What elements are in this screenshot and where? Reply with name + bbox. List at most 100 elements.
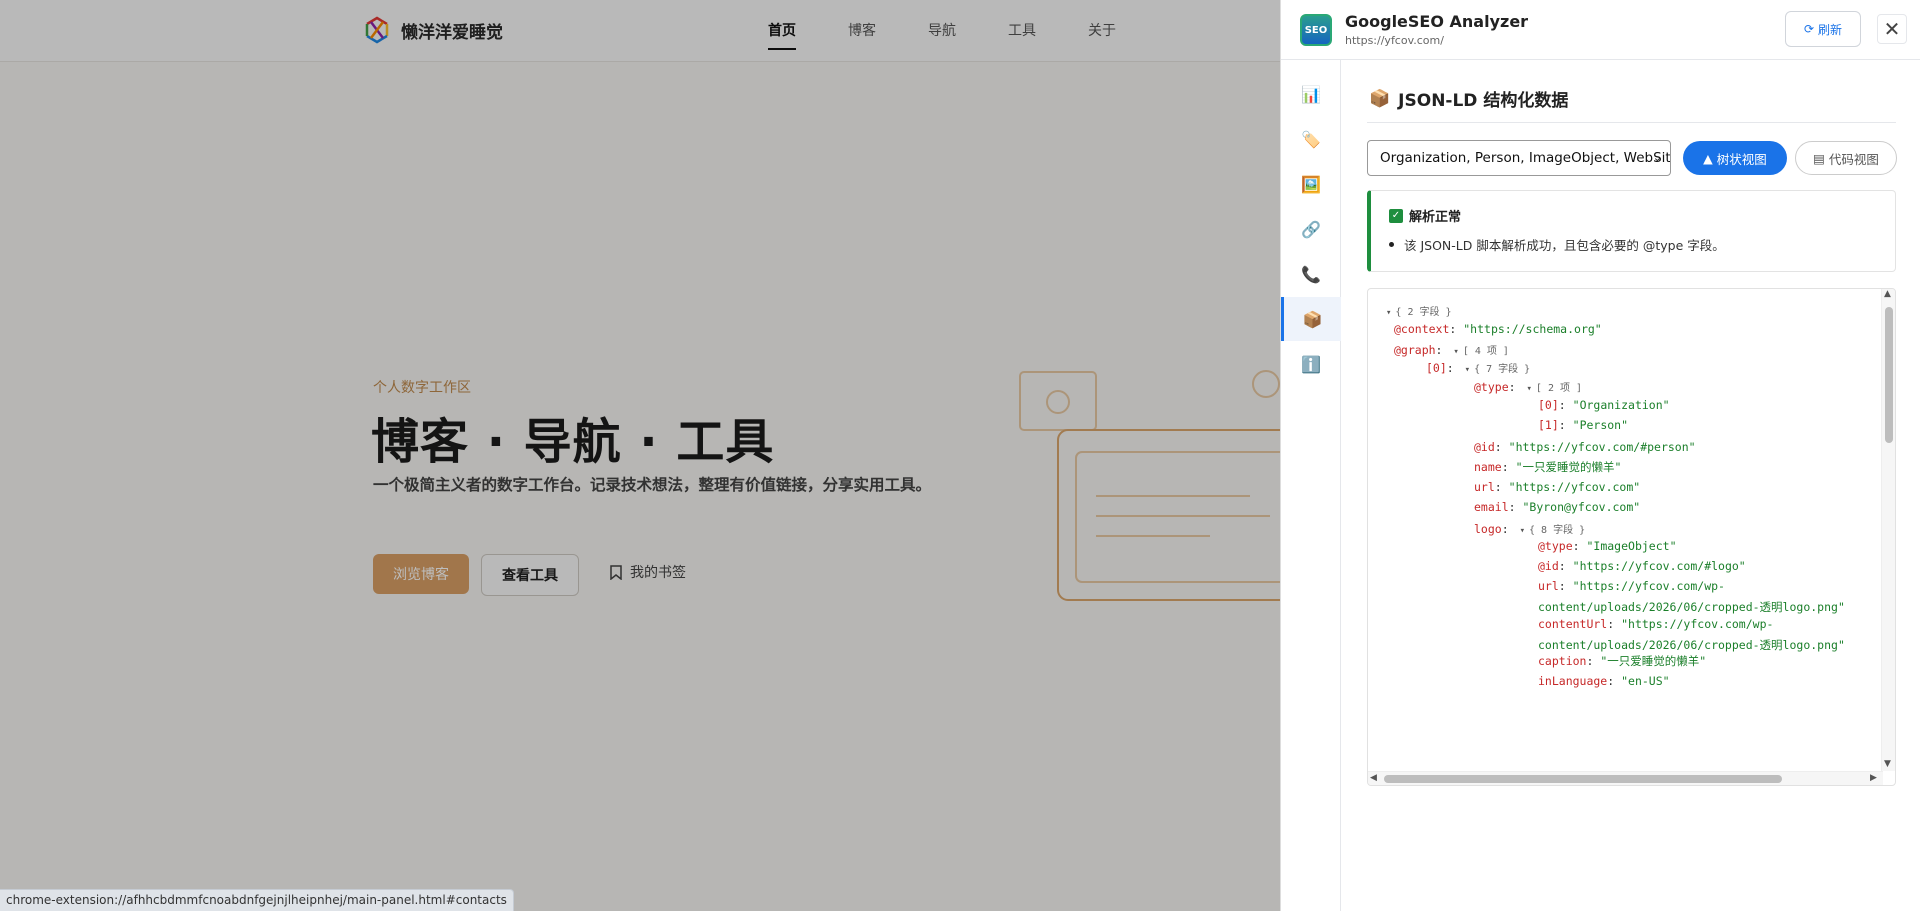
json-tree-line[interactable]: [0]: ▾{ 7 字段 } — [1426, 360, 1530, 375]
json-key: @id — [1538, 559, 1559, 573]
collapse-toggle-icon[interactable]: ▾ — [1386, 308, 1391, 318]
json-key: @type — [1474, 380, 1509, 394]
json-key: url — [1474, 480, 1495, 494]
json-key: logo — [1474, 522, 1502, 536]
package-icon: 📦 — [1369, 88, 1391, 109]
close-button[interactable]: ✕ — [1877, 14, 1907, 44]
json-value: "https://yfcov.com/#logo" — [1572, 559, 1746, 573]
json-value: "https://schema.org" — [1463, 322, 1602, 336]
json-tree-line: url: "https://yfcov.com" — [1474, 480, 1641, 494]
rail-images-icon[interactable]: 🖼️ — [1281, 162, 1341, 206]
json-tree[interactable]: ▾{ 2 字段 } @context: "https://schema.org" @… — [1368, 289, 1880, 771]
json-tree-line: @type: "ImageObject" — [1538, 539, 1677, 553]
section-divider — [1367, 122, 1896, 123]
json-tree-line[interactable]: ▾ { 2 字段 } — [1382, 303, 1452, 318]
json-node-meta: { 7 字段 } — [1474, 364, 1531, 375]
scroll-down-icon[interactable]: ▼ — [1884, 759, 1891, 769]
refresh-button[interactable]: ⟳ 刷新 — [1785, 11, 1861, 47]
json-key: email — [1474, 500, 1509, 514]
json-value: "https://yfcov.com" — [1508, 480, 1641, 494]
json-tree-line: [0]: "Organization" — [1538, 398, 1670, 412]
parse-status-message: 该 JSON-LD 脚本解析成功，且包含必要的 @type 字段。 — [1389, 235, 1725, 254]
json-tree-line: [1]: "Person" — [1538, 418, 1629, 432]
schema-select[interactable]: Organization, Person, ImageObject, WebSi… — [1367, 140, 1671, 176]
section-title-text: JSON-LD 结构化数据 — [1398, 91, 1569, 111]
json-value: "一只爱睡觉的懒羊" — [1600, 654, 1707, 668]
json-tree-line[interactable]: logo: ▾{ 8 字段 } — [1474, 521, 1585, 536]
parse-status-text: 该 JSON-LD 脚本解析成功，且包含必要的 @type 字段。 — [1404, 238, 1725, 253]
seo-analyzer-panel: SEO GoogleSEO Analyzer https://yfcov.com… — [1280, 0, 1920, 911]
horizontal-scrollbar[interactable]: ◀ ▶ — [1368, 771, 1883, 785]
json-key: [0] — [1538, 398, 1559, 412]
collapse-toggle-icon[interactable]: ▾ — [1465, 365, 1470, 375]
json-key: inLanguage — [1538, 674, 1608, 688]
app-url: https://yfcov.com/ — [1345, 34, 1444, 47]
side-rail: 📊 🏷️ 🖼️ 🔗 📞 📦 ℹ️ — [1281, 60, 1341, 911]
json-value: "en-US" — [1621, 674, 1670, 688]
json-node-meta: { 8 字段 } — [1528, 525, 1586, 536]
status-bar-url: chrome-extension://afhhcbdmmfcnoabdnfgej… — [0, 889, 514, 911]
json-tree-line[interactable]: @type: ▾[ 2 项 ] — [1474, 379, 1582, 394]
vertical-scroll-thumb[interactable] — [1885, 307, 1893, 443]
json-key: @type — [1538, 539, 1573, 553]
json-value: "https://yfcov.com/wp- — [1621, 617, 1774, 631]
json-key: [0] — [1426, 361, 1447, 375]
collapse-toggle-icon[interactable]: ▾ — [1526, 384, 1531, 394]
tree-view-button[interactable]: ▲ 树状视图 — [1683, 141, 1787, 175]
tree-view-label: 树状视图 — [1716, 151, 1767, 167]
horizontal-scroll-thumb[interactable] — [1384, 775, 1782, 783]
collapse-toggle-icon[interactable]: ▾ — [1520, 526, 1525, 536]
json-value: "ImageObject" — [1586, 539, 1677, 553]
json-key: name — [1474, 460, 1502, 474]
rail-tags-icon[interactable]: 🏷️ — [1281, 117, 1341, 161]
scroll-left-icon[interactable]: ◀ — [1370, 773, 1377, 783]
json-key: @id — [1474, 440, 1495, 454]
rail-overview-icon[interactable]: 📊 — [1281, 72, 1341, 116]
json-tree-line: caption: "一只爱睡觉的懒羊" — [1538, 654, 1707, 668]
code-view-button[interactable]: ▤ 代码视图 — [1795, 141, 1897, 175]
parse-status-title: ✓ 解析正常 — [1389, 206, 1461, 225]
json-value-continuation: content/uploads/2026/06/cropped-透明logo.p… — [1538, 638, 1845, 652]
json-key: [1] — [1538, 418, 1559, 432]
check-icon: ✓ — [1389, 208, 1403, 223]
app-title: GoogleSEO Analyzer — [1345, 12, 1529, 31]
refresh-icon: ⟳ — [1803, 22, 1815, 36]
code-icon: ▤ — [1813, 150, 1825, 166]
json-tree-line: inLanguage: "en-US" — [1538, 674, 1670, 688]
json-key: url — [1538, 579, 1559, 593]
parse-status-box: ✓ 解析正常 该 JSON-LD 脚本解析成功，且包含必要的 @type 字段。 — [1367, 190, 1896, 272]
json-value: "Byron@yfcov.com" — [1522, 500, 1641, 514]
schema-select-value: Organization, Person, ImageObject, WebSi… — [1380, 150, 1671, 166]
refresh-label: 刷新 — [1818, 22, 1843, 37]
json-node-meta: [ 2 项 ] — [1535, 383, 1583, 394]
scroll-up-icon[interactable]: ▲ — [1884, 289, 1891, 299]
json-value: "Organization" — [1572, 398, 1670, 412]
json-tree-line: name: "一只爱睡觉的懒羊" — [1474, 460, 1622, 474]
bullet-icon — [1389, 242, 1394, 247]
json-key: @graph — [1394, 343, 1436, 357]
vertical-scrollbar[interactable]: ▲ ▼ — [1881, 289, 1895, 771]
rail-jsonld-icon[interactable]: 📦 — [1281, 297, 1341, 341]
collapse-toggle-icon[interactable]: ▾ — [1453, 347, 1458, 357]
json-key: caption — [1538, 654, 1587, 668]
json-key: contentUrl — [1538, 617, 1608, 631]
section-title: 📦 JSON-LD 结构化数据 — [1369, 86, 1569, 112]
json-node-meta: { 2 字段 } — [1395, 307, 1452, 318]
rail-info-icon[interactable]: ℹ️ — [1281, 342, 1341, 386]
scroll-right-icon[interactable]: ▶ — [1870, 773, 1877, 783]
tree-icon: ▲ — [1703, 150, 1713, 166]
json-tree-line: url: "https://yfcov.com/wp- — [1538, 579, 1725, 593]
json-tree-box: ▾{ 2 字段 } @context: "https://schema.org" @… — [1367, 288, 1896, 786]
panel-content: 📦 JSON-LD 结构化数据 Organization, Person, Im… — [1341, 60, 1920, 911]
json-tree-line[interactable]: @graph: ▾[ 4 项 ] — [1394, 342, 1509, 357]
chevron-down-icon: ⌄ — [1652, 151, 1662, 164]
panel-backdrop[interactable] — [0, 0, 1280, 911]
json-value: "Person" — [1572, 418, 1629, 432]
rail-links-icon[interactable]: 🔗 — [1281, 207, 1341, 251]
json-value: "https://yfcov.com/wp- — [1572, 579, 1725, 593]
json-value: "一只爱睡觉的懒羊" — [1515, 460, 1622, 474]
rail-contacts-icon[interactable]: 📞 — [1281, 252, 1341, 296]
panel-header: SEO GoogleSEO Analyzer https://yfcov.com… — [1281, 0, 1920, 60]
json-value: "https://yfcov.com/#person" — [1508, 440, 1696, 454]
json-tree-line: @id: "https://yfcov.com/#person" — [1474, 440, 1696, 454]
